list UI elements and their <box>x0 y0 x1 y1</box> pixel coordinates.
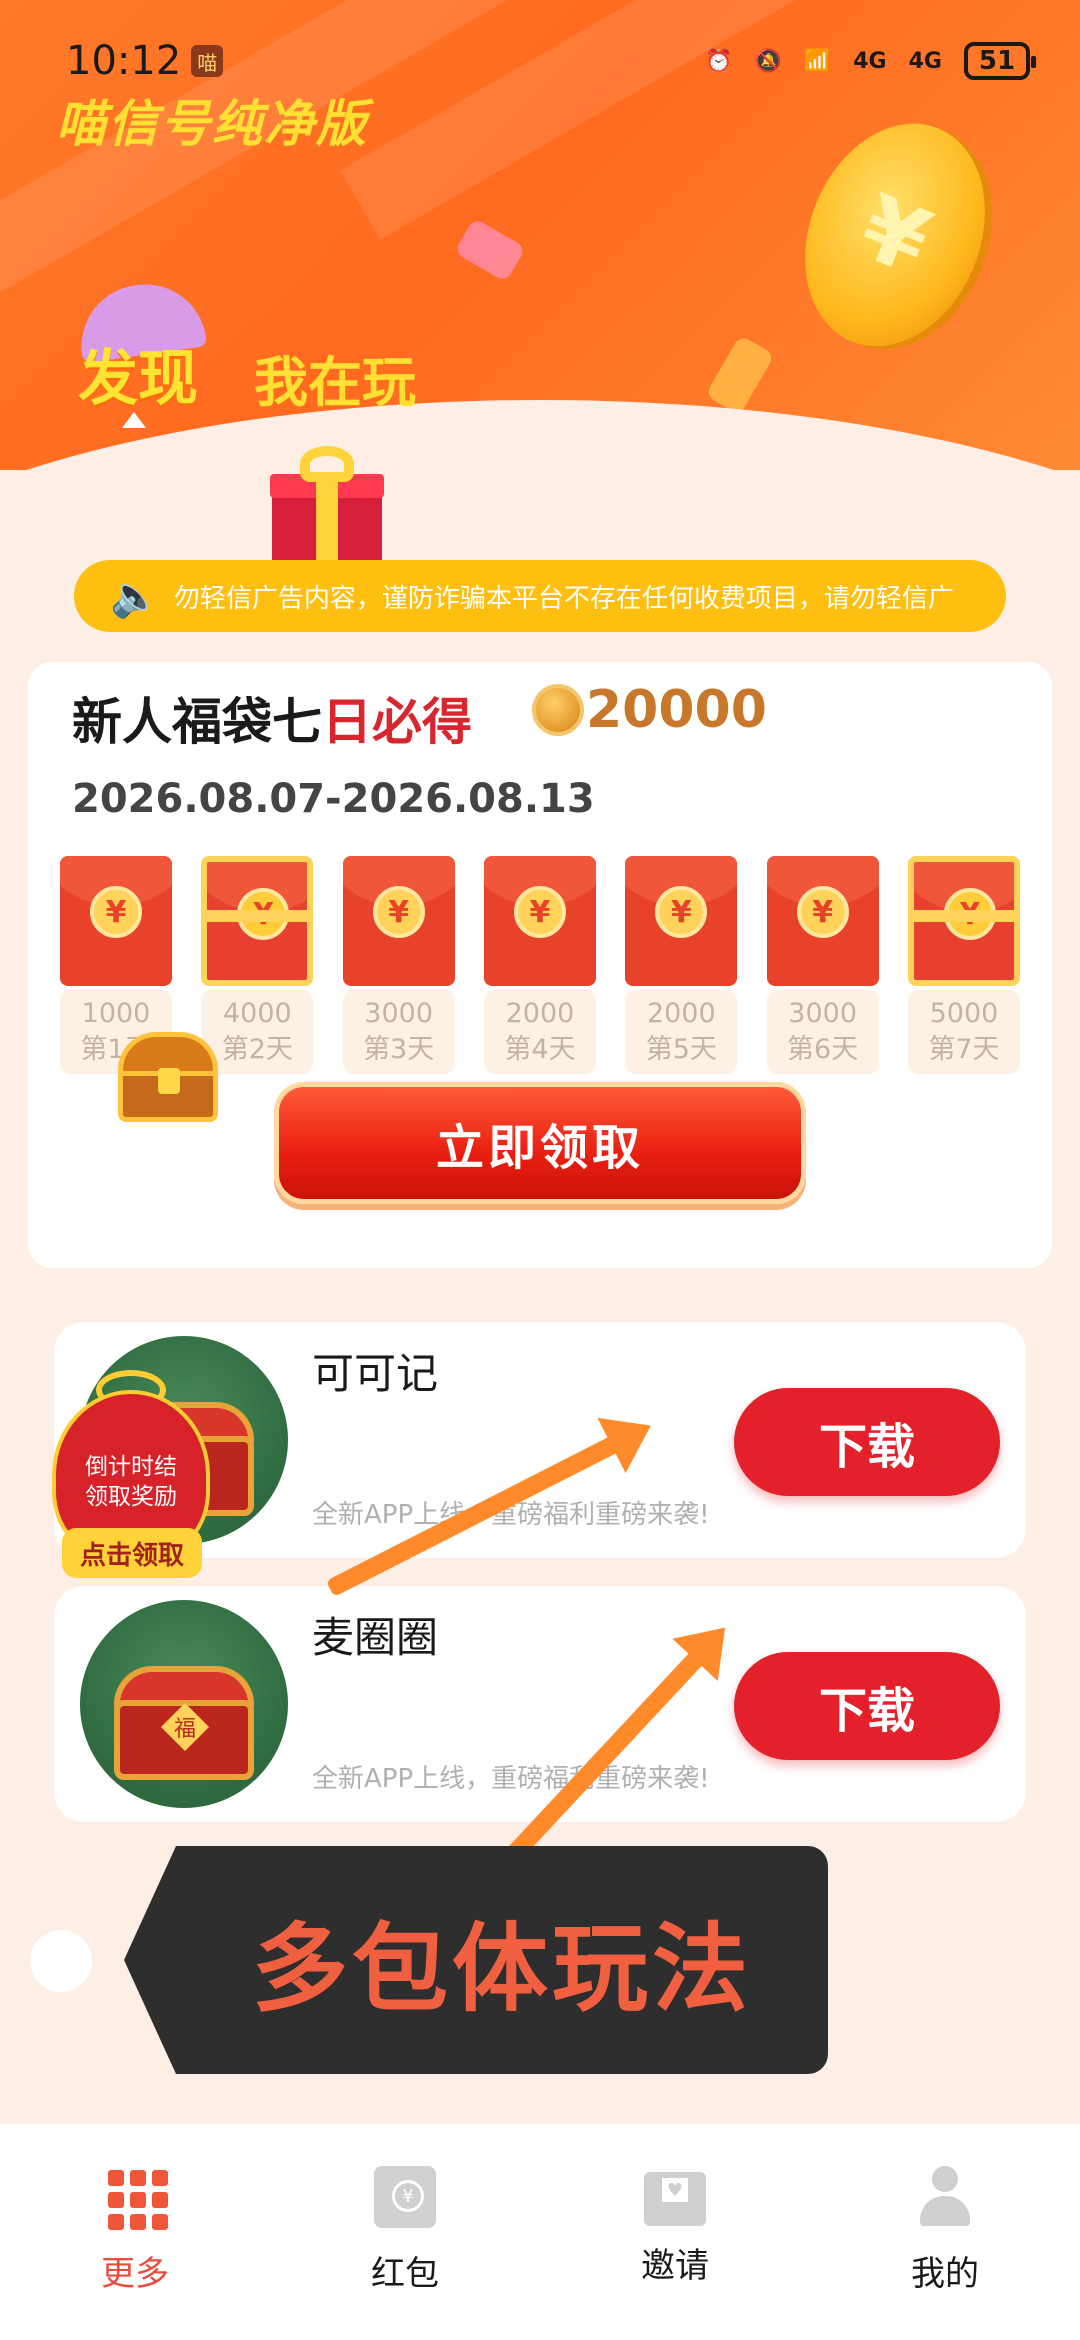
status-bar: 10:12 喵 ⏰ 🔕 📶 4G 4G 51 <box>66 36 1036 86</box>
battery-icon: 51 <box>964 42 1036 80</box>
battery-level: 51 <box>978 46 1016 76</box>
welfare-reward: 20000 <box>586 680 767 740</box>
notice-bar[interactable]: 🔈 勿轻信广告内容，谨防诈骗本平台不存在任何收费项目，请勿轻信广 <box>74 560 1006 632</box>
nav-more[interactable]: 更多 <box>0 2124 270 2340</box>
app-name: 可可记 <box>312 1349 439 1398</box>
welfare-date-range: 2026.08.07-2026.08.13 <box>72 776 595 822</box>
signal-label: 4G <box>853 48 887 74</box>
welfare-title: 新人福袋七日必得 <box>72 682 472 754</box>
nav-mine[interactable]: 我的 <box>810 2124 1080 2340</box>
red-envelope-gift-icon: ¥ <box>907 856 1020 986</box>
mute-icon: 🔕 <box>754 48 782 74</box>
app-list-item[interactable]: 福 麦圈圈 全新APP上线，重磅福利重磅来袭! 下载 <box>54 1586 1026 1822</box>
floating-dot[interactable] <box>30 1930 92 1992</box>
overlay-text: 多包体玩法 <box>252 1912 752 2025</box>
notification-app-icon: 喵 <box>191 45 224 77</box>
ribbon-decoration <box>705 334 775 416</box>
red-envelope-icon: ¥ <box>625 856 738 986</box>
app-icon-maiquanquan[interactable]: 福 <box>80 1600 288 1808</box>
grid-icon <box>104 2166 168 2230</box>
status-icons: ⏰ 🔕 📶 4G 4G 51 <box>705 42 1036 80</box>
claim-now-button[interactable]: 立即领取 <box>274 1082 806 1204</box>
nav-label: 红包 <box>371 2254 439 2294</box>
tab-indicator <box>122 412 146 428</box>
red-envelope-gift-icon: ¥ <box>201 856 314 986</box>
speaker-icon: 🔈 <box>110 573 160 620</box>
gift-box-icon <box>270 446 384 568</box>
day-label: 3000 第6天 <box>766 990 879 1074</box>
tab-playing[interactable]: 我在玩 <box>254 338 416 417</box>
annotation-overlay: 多包体玩法 <box>124 1846 828 2074</box>
day-label: 2000 第4天 <box>483 990 596 1074</box>
red-envelope-icon: ¥ <box>342 856 455 986</box>
app-name: 麦圈圈 <box>312 1613 439 1662</box>
user-icon <box>914 2166 976 2228</box>
coin-icon <box>532 684 584 736</box>
day-reward[interactable]: ¥ 2000 第4天 <box>483 856 596 1074</box>
red-envelope-icon: ¥ <box>60 856 172 986</box>
wifi-icon: 📶 <box>803 48 832 74</box>
day-reward[interactable]: ¥ 5000 第7天 <box>907 856 1020 1074</box>
click-claim-button[interactable]: 点击领取 <box>62 1528 202 1578</box>
app-description: 全新APP上线，重磅福利重磅来袭! <box>312 1764 710 1794</box>
nav-red-envelope[interactable]: 红包 <box>270 2124 540 2340</box>
app-title: 喵信号纯净版 <box>56 95 368 153</box>
day-reward[interactable]: ¥ 2000 第5天 <box>625 856 738 1074</box>
newbie-welfare-card: 新人福袋七日必得 20000 2026.08.07-2026.08.13 ¥ 1… <box>28 662 1052 1268</box>
ribbon-decoration <box>454 217 526 283</box>
status-time: 10:12 <box>66 38 182 84</box>
day-label: 5000 第7天 <box>907 990 1020 1074</box>
notice-text: 勿轻信广告内容，谨防诈骗本平台不存在任何收费项目，请勿轻信广 <box>173 583 954 614</box>
nav-label: 邀请 <box>641 2246 709 2286</box>
treasure-chest-icon[interactable] <box>118 1032 218 1122</box>
welfare-title-highlight: 日必得 <box>322 693 472 751</box>
countdown-text: 倒计时结 领取奖励 <box>85 1454 177 1510</box>
day-reward[interactable]: ¥ 4000 第2天 <box>201 856 314 1074</box>
day-label: 3000 第3天 <box>342 990 455 1074</box>
nav-invite[interactable]: 邀请 <box>540 2124 810 2340</box>
tab-bar: 发现 我在玩 <box>78 330 416 417</box>
countdown-reward-bag[interactable]: 倒计时结 领取奖励 点击领取 <box>52 1370 210 1592</box>
nav-label: 我的 <box>911 2254 979 2294</box>
alarm-icon: ⏰ <box>705 48 733 74</box>
download-button[interactable]: 下载 <box>734 1652 1000 1760</box>
download-button[interactable]: 下载 <box>734 1388 1000 1496</box>
nav-label: 更多 <box>101 2254 169 2294</box>
day-reward[interactable]: ¥ 3000 第6天 <box>766 856 879 1074</box>
day-reward[interactable]: ¥ 3000 第3天 <box>342 856 455 1074</box>
signal-label: 4G <box>908 48 942 74</box>
red-envelope-icon <box>374 2166 436 2228</box>
red-envelope-icon: ¥ <box>483 856 596 986</box>
bottom-nav: 更多 红包 邀请 我的 <box>0 2124 1080 2340</box>
tab-discover[interactable]: 发现 <box>78 330 198 417</box>
welfare-title-main: 新人福袋七 <box>72 693 322 751</box>
day-label: 2000 第5天 <box>625 990 738 1074</box>
invite-mail-icon <box>644 2172 706 2226</box>
day-label: 4000 第2天 <box>201 990 314 1074</box>
red-envelope-icon: ¥ <box>766 856 879 986</box>
gold-coin-icon: ¥ <box>773 96 1017 374</box>
